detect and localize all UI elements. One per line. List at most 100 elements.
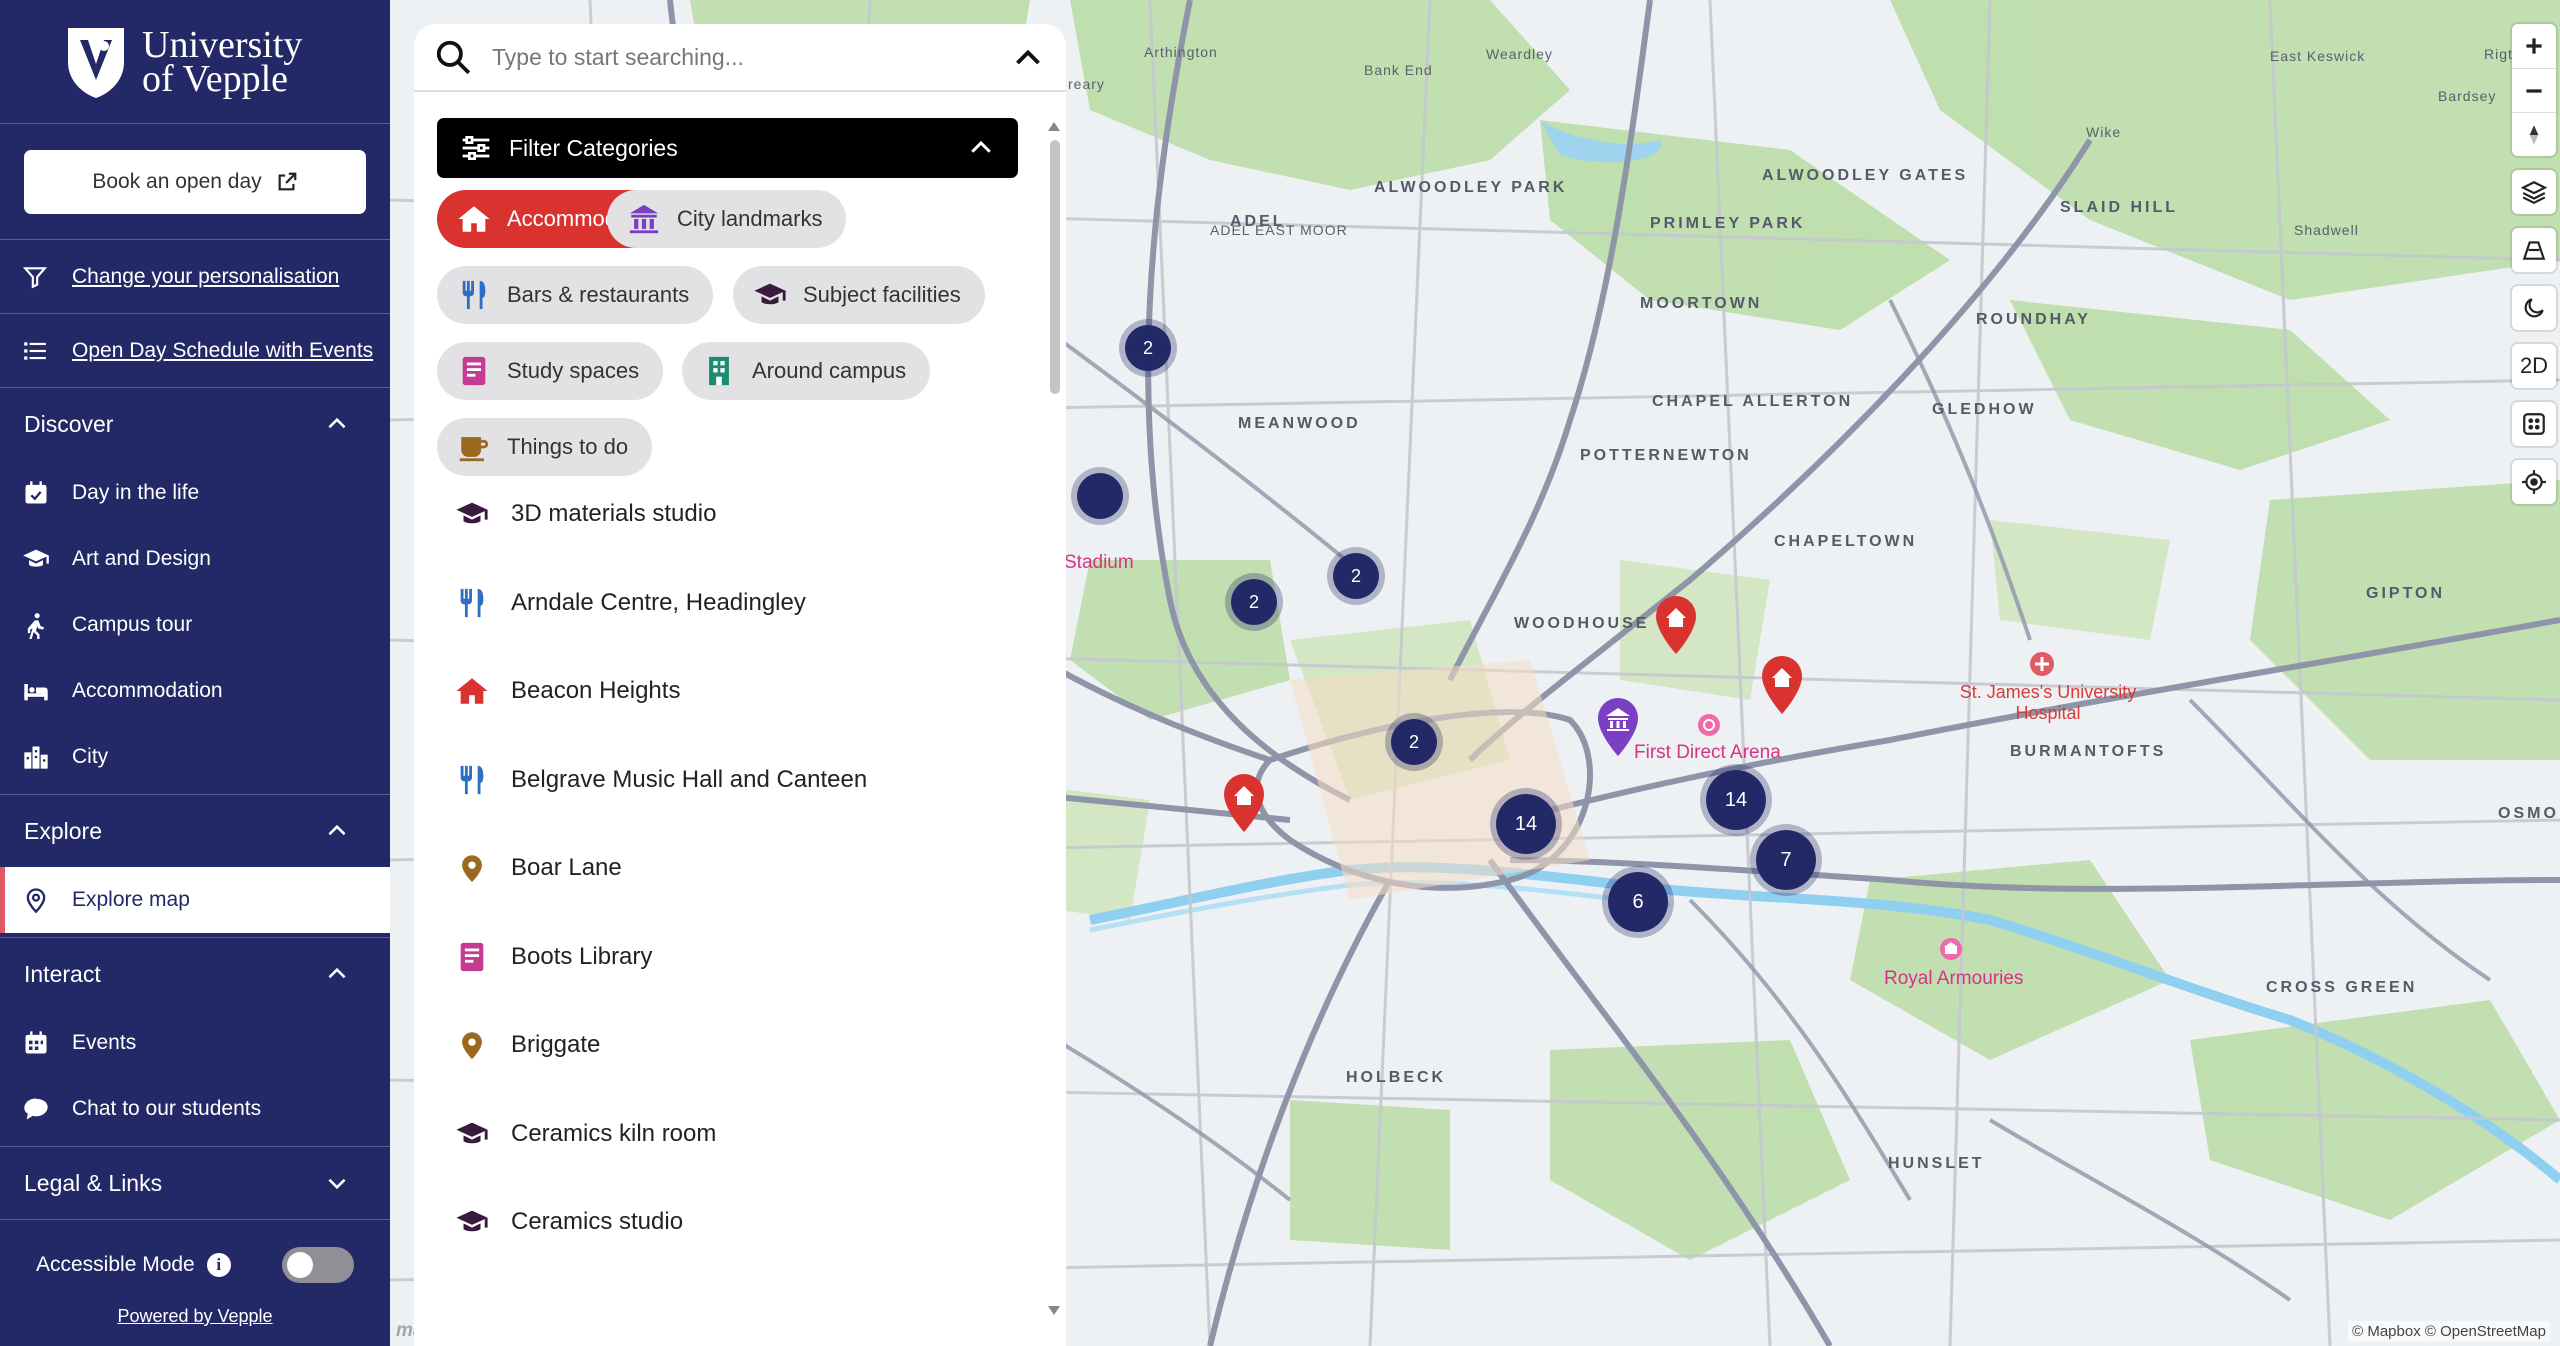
scroll-up-arrow[interactable] bbox=[1048, 122, 1060, 131]
place-label: Wike bbox=[2086, 124, 2122, 140]
dark-mode-button[interactable] bbox=[2512, 286, 2556, 330]
fork-knife-icon bbox=[462, 280, 486, 310]
coffee-cup-icon bbox=[459, 437, 489, 462]
map-cluster[interactable]: 6 bbox=[1602, 866, 1674, 938]
zoom-out-button[interactable] bbox=[2512, 68, 2556, 112]
nav-accommodation[interactable]: Accommodation bbox=[0, 658, 390, 724]
accommodation-pin-icon[interactable] bbox=[1220, 772, 1268, 834]
locate-me-button[interactable] bbox=[2512, 460, 2556, 504]
open-day-schedule-label: Open Day Schedule with Events bbox=[72, 338, 374, 362]
dimension-toggle-button[interactable]: 2D bbox=[2512, 344, 2556, 388]
place-label: Bank End bbox=[1364, 62, 1433, 78]
university-logo[interactable]: University of Vepple bbox=[0, 0, 390, 124]
results-scrollbar[interactable] bbox=[1050, 140, 1060, 394]
poi-hospital-label[interactable]: St. James's University Hospital bbox=[1958, 682, 2138, 724]
crosshair-icon bbox=[2522, 470, 2546, 494]
search-input[interactable] bbox=[492, 43, 1010, 71]
nav-day-in-the-life[interactable]: Day in the life bbox=[0, 460, 390, 526]
nav-city[interactable]: City bbox=[0, 724, 390, 790]
nav-chat-to-students[interactable]: Chat to our students bbox=[0, 1076, 390, 1142]
hospital-icon[interactable] bbox=[2028, 650, 2056, 678]
category-chip-city-landmarks[interactable]: City landmarks bbox=[607, 190, 847, 248]
nav-events[interactable]: Events bbox=[0, 1010, 390, 1076]
museum-icon[interactable] bbox=[1938, 936, 1964, 962]
minus-icon bbox=[2526, 88, 2542, 93]
result-item[interactable]: Ceramics kiln room bbox=[437, 1090, 1017, 1179]
accommodation-pin-icon[interactable] bbox=[1758, 654, 1806, 716]
category-chip-study-spaces[interactable]: Study spaces bbox=[437, 342, 664, 400]
layers-icon bbox=[2521, 181, 2547, 205]
place-label: CROSS GREEN bbox=[2266, 979, 2418, 996]
calendar-check-icon bbox=[25, 481, 47, 504]
legal-links-header[interactable]: Legal & Links bbox=[0, 1147, 390, 1219]
category-chip-around-campus[interactable]: Around campus bbox=[682, 342, 931, 400]
map-cluster[interactable]: 14 bbox=[1490, 788, 1562, 860]
scroll-down-arrow[interactable] bbox=[1048, 1306, 1060, 1315]
result-item[interactable]: Arndale Centre, Headingley bbox=[437, 559, 1017, 648]
result-item[interactable]: Beacon Heights bbox=[437, 647, 1017, 736]
chip-label: Subject facilities bbox=[803, 282, 961, 307]
interact-header[interactable]: Interact bbox=[0, 938, 390, 1010]
nav-art-and-design[interactable]: Art and Design bbox=[0, 526, 390, 592]
calendar-icon bbox=[25, 1031, 47, 1054]
chevron-up-icon bbox=[328, 824, 346, 836]
place-label: GLEDHOW bbox=[1932, 401, 2037, 418]
collapse-panel-chevron-up-icon[interactable] bbox=[1010, 39, 1046, 75]
layers-control bbox=[2512, 170, 2556, 214]
book-open-day-button[interactable]: Book an open day bbox=[24, 149, 366, 214]
accommodation-pin-icon[interactable] bbox=[1652, 594, 1700, 656]
sliders-icon bbox=[462, 136, 490, 160]
place-label: BURMANTOFTS bbox=[2010, 743, 2167, 760]
result-item[interactable]: 3D materials studio bbox=[437, 470, 1017, 559]
discover-header[interactable]: Discover bbox=[0, 388, 390, 460]
place-label: reary bbox=[1068, 76, 1105, 92]
place-label: MOORTOWN bbox=[1640, 295, 1763, 312]
discover-section: Discover Day in the life Art and Design … bbox=[0, 388, 390, 795]
locate-control bbox=[2512, 460, 2556, 504]
change-personalisation-link[interactable]: Change your personalisation bbox=[0, 240, 390, 314]
chevron-up-icon bbox=[328, 417, 346, 429]
terrain-button[interactable] bbox=[2512, 228, 2556, 272]
interact-title: Interact bbox=[24, 960, 101, 987]
info-icon[interactable]: i bbox=[206, 1253, 231, 1277]
result-item[interactable]: Boar Lane bbox=[437, 824, 1017, 913]
filter-categories-toggle[interactable]: Filter Categories bbox=[437, 118, 1018, 178]
map-cluster[interactable]: 14 bbox=[1700, 764, 1772, 836]
map-cluster[interactable]: 2 bbox=[1225, 573, 1283, 631]
category-chip-subject-facilities[interactable]: Subject facilities bbox=[733, 266, 985, 324]
open-day-schedule-link[interactable]: Open Day Schedule with Events bbox=[0, 314, 390, 388]
map-cluster[interactable]: 2 bbox=[1385, 713, 1443, 771]
map-attribution[interactable]: © Mapbox © OpenStreetMap bbox=[2348, 1321, 2550, 1342]
map-cluster[interactable]: 2 bbox=[1327, 547, 1385, 605]
zoom-in-button[interactable] bbox=[2512, 24, 2556, 68]
dark-mode-control bbox=[2512, 286, 2556, 330]
place-label: GIPTON bbox=[2366, 585, 2446, 602]
graduation-cap-icon bbox=[456, 502, 488, 524]
explore-header[interactable]: Explore bbox=[0, 795, 390, 867]
layers-button[interactable] bbox=[2512, 170, 2556, 214]
map-cluster[interactable]: 2 bbox=[1119, 319, 1177, 377]
result-label: Ceramics studio bbox=[511, 1208, 684, 1236]
university-building-icon bbox=[709, 356, 729, 386]
result-item[interactable]: Briggate bbox=[437, 1001, 1017, 1090]
landmark-pin-icon[interactable] bbox=[1594, 696, 1642, 758]
legal-links-title: Legal & Links bbox=[24, 1169, 163, 1196]
poi-stadium-label[interactable]: Stadium bbox=[1064, 552, 1134, 574]
result-item[interactable]: Boots Library bbox=[437, 913, 1017, 1002]
compass-button[interactable] bbox=[2512, 112, 2556, 156]
nav-explore-map[interactable]: Explore map bbox=[0, 867, 390, 933]
map-cluster[interactable]: 7 bbox=[1750, 824, 1822, 896]
result-item[interactable]: Belgrave Music Hall and Canteen bbox=[437, 736, 1017, 825]
accessible-mode-toggle[interactable] bbox=[282, 1247, 354, 1283]
powered-by-link[interactable]: Powered by Vepple bbox=[0, 1306, 390, 1327]
arena-icon[interactable] bbox=[1696, 712, 1722, 738]
result-item[interactable]: Ceramics studio bbox=[437, 1178, 1017, 1267]
poi-royal-armouries-label[interactable]: Royal Armouries bbox=[1884, 968, 2023, 990]
result-label: Belgrave Music Hall and Canteen bbox=[511, 765, 868, 793]
category-chip-things-to-do[interactable]: Things to do bbox=[437, 418, 653, 476]
fit-bounds-button[interactable] bbox=[2512, 402, 2556, 446]
poi-first-direct-arena-label[interactable]: First Direct Arena bbox=[1634, 742, 1781, 764]
map-cluster[interactable] bbox=[1071, 467, 1129, 525]
nav-campus-tour[interactable]: Campus tour bbox=[0, 592, 390, 658]
category-chip-bars-restaurants[interactable]: Bars & restaurants bbox=[437, 266, 714, 324]
